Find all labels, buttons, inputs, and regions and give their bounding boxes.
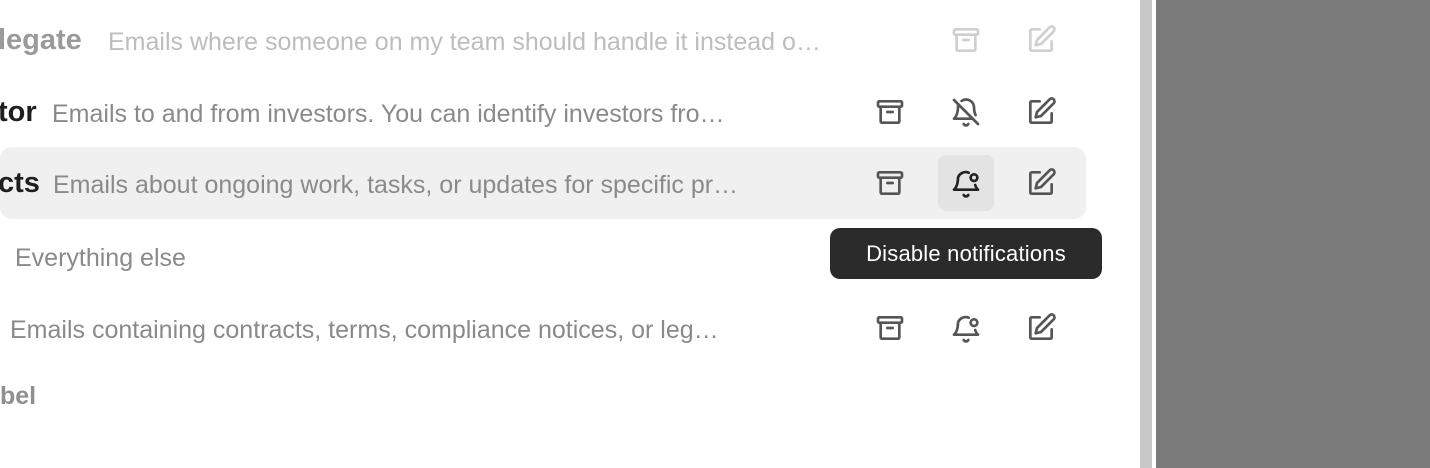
label-description: Emails about ongoing work, tasks, or upd… (53, 171, 739, 199)
label-row-investor[interactable]: tor Emails to and from investors. You ca… (0, 76, 1086, 148)
label-description: Emails where someone on my team should h… (108, 28, 821, 56)
bell-off-icon[interactable] (946, 92, 986, 132)
bell-icon[interactable] (938, 155, 994, 211)
archive-icon[interactable] (946, 20, 986, 60)
edit-icon[interactable] (1021, 20, 1061, 60)
label-row-legal[interactable]: Emails containing contracts, terms, comp… (0, 292, 1086, 364)
labels-panel: legate Emails where someone on my team s… (0, 0, 1140, 468)
edit-icon[interactable] (1021, 92, 1061, 132)
label-row-delegate[interactable]: legate Emails where someone on my team s… (0, 4, 1086, 76)
edit-icon[interactable] (1021, 308, 1061, 348)
label-description: Emails containing contracts, terms, comp… (10, 316, 719, 344)
label-description: Everything else (15, 244, 186, 272)
label-name: cts (0, 167, 40, 199)
label-row-projects[interactable]: cts Emails about ongoing work, tasks, or… (0, 147, 1086, 219)
label-name: legate (0, 24, 82, 56)
archive-icon[interactable] (870, 163, 910, 203)
archive-icon[interactable] (870, 308, 910, 348)
label-name: tor (0, 96, 37, 128)
modal-backdrop[interactable] (1156, 0, 1430, 468)
panel-divider[interactable] (1140, 0, 1152, 468)
bell-icon[interactable] (946, 308, 986, 348)
archive-icon[interactable] (870, 92, 910, 132)
add-label-button[interactable]: bel (0, 382, 36, 411)
tooltip: Disable notifications (830, 228, 1102, 279)
label-description: Emails to and from investors. You can id… (52, 100, 725, 128)
edit-icon[interactable] (1021, 163, 1061, 203)
